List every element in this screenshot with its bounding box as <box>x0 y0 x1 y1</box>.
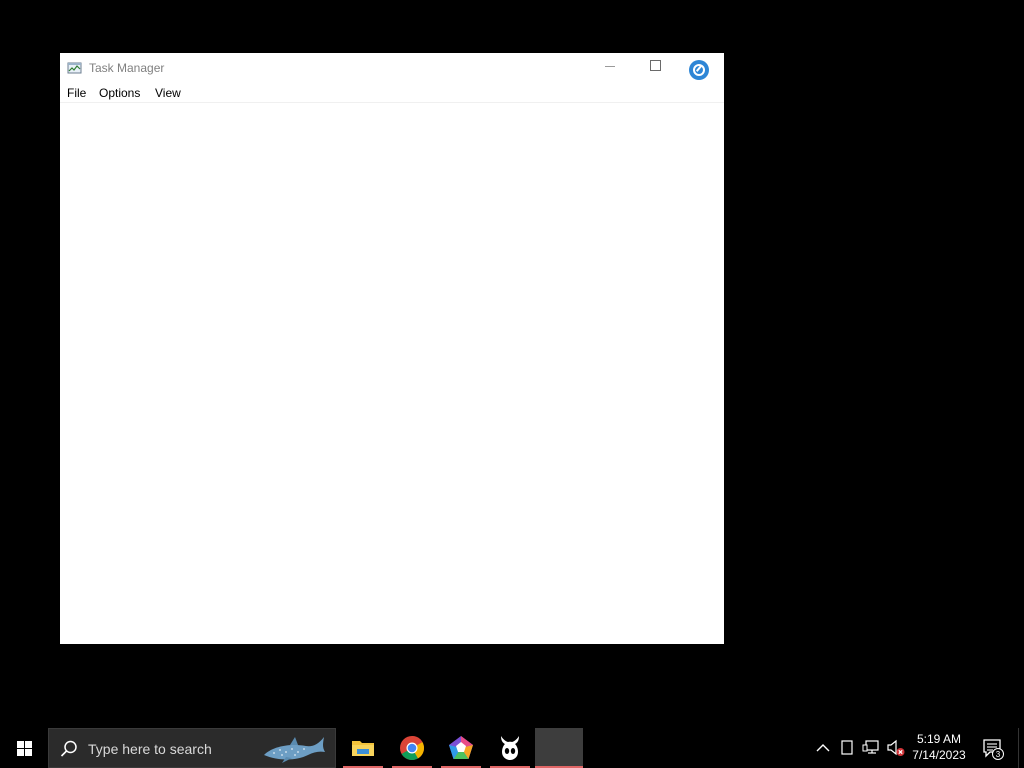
task-manager-icon <box>67 62 82 74</box>
action-center-button[interactable]: 3 <box>980 736 1004 760</box>
folder-icon <box>352 741 374 756</box>
pentagon-app-icon <box>449 736 473 759</box>
clock-date: 7/14/2023 <box>912 748 966 762</box>
network-icon <box>862 740 879 754</box>
menu-options[interactable]: Options <box>99 86 140 100</box>
show-hidden-icons-button[interactable] <box>814 738 832 758</box>
windows-logo-icon <box>16 740 32 756</box>
knight-mask-icon <box>501 736 519 760</box>
menu-file[interactable]: File <box>67 86 86 100</box>
menu-bar: File Options View <box>60 83 724 103</box>
start-button[interactable] <box>0 728 48 768</box>
search-placeholder: Type here to search <box>88 741 212 757</box>
tablet-icon <box>841 740 853 755</box>
taskbar-app-hollow-knight[interactable] <box>490 728 530 768</box>
taskbar-app-task-manager[interactable] <box>535 728 583 768</box>
taskbar-app-pentagon[interactable] <box>441 728 481 768</box>
minimize-icon <box>605 65 615 67</box>
window-title: Task Manager <box>89 61 165 75</box>
search-box[interactable]: Type here to search <box>48 728 336 768</box>
search-icon <box>60 740 77 757</box>
chevron-up-icon <box>816 744 830 752</box>
whale-shark-icon <box>264 737 325 763</box>
task-manager-window: Task Manager File Options View <box>60 53 724 644</box>
volume-muted-icon <box>887 739 905 756</box>
window-content-area <box>60 103 724 644</box>
close-icon <box>689 60 709 80</box>
notification-count: 3 <box>996 750 1001 759</box>
clock-time: 5:19 AM <box>916 732 962 746</box>
taskbar-app-chrome[interactable] <box>392 728 432 768</box>
taskbar-clock[interactable]: 5:19 AM 7/14/2023 <box>906 731 972 765</box>
tray-tablet-button[interactable] <box>837 738 857 758</box>
taskbar: Type here to search 5:19 AM 7/14/2023 3 <box>0 728 1024 768</box>
menu-view[interactable]: View <box>155 86 181 100</box>
title-bar[interactable]: Task Manager <box>60 53 724 83</box>
tray-network-button[interactable] <box>861 738 881 758</box>
notification-icon: 3 <box>983 739 1004 760</box>
chrome-icon <box>400 736 425 761</box>
close-button[interactable] <box>675 53 721 83</box>
maximize-button[interactable] <box>632 53 678 83</box>
taskbar-app-file-explorer[interactable] <box>343 728 383 768</box>
maximize-icon <box>649 59 661 71</box>
tray-volume-button[interactable] <box>886 738 906 758</box>
show-desktop-button[interactable] <box>1018 728 1024 768</box>
minimize-button[interactable] <box>587 53 633 83</box>
